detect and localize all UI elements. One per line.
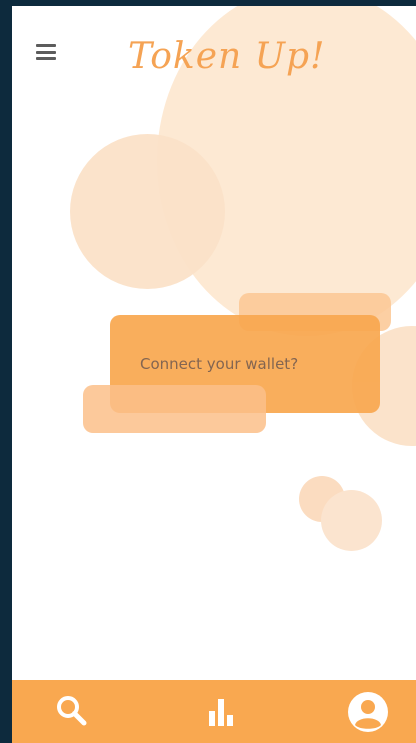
hamburger-menu-icon[interactable] bbox=[36, 44, 56, 60]
decorative-left-circle bbox=[70, 134, 225, 289]
user-profile-icon[interactable] bbox=[346, 690, 390, 734]
decorative-card-bottom bbox=[83, 385, 266, 433]
bar-chart-icon[interactable] bbox=[200, 690, 244, 734]
search-icon[interactable] bbox=[50, 690, 94, 734]
connect-wallet-label: Connect your wallet? bbox=[140, 355, 299, 373]
decorative-bubble-medium bbox=[321, 490, 382, 551]
app-screen: Token Up! Connect your wallet? bbox=[12, 6, 416, 743]
bottom-nav-bar bbox=[12, 680, 416, 743]
app-title: Token Up! bbox=[128, 36, 326, 77]
